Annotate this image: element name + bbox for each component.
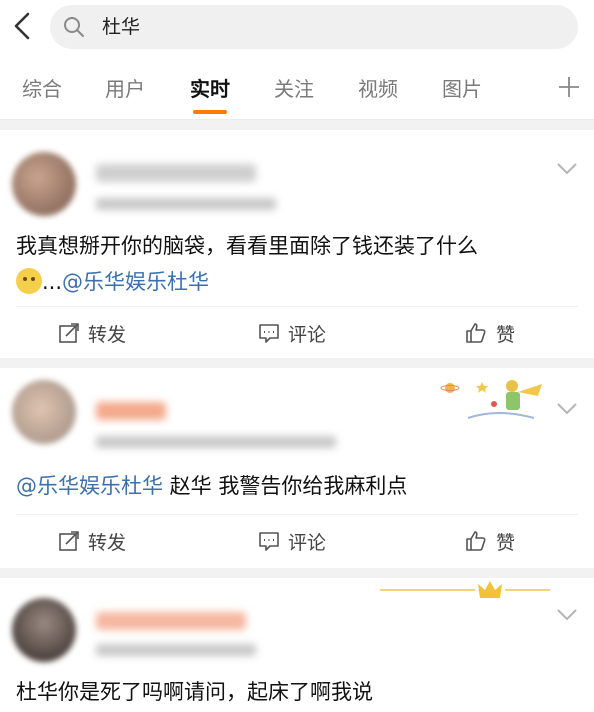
repost-label: 转发 (88, 531, 127, 554)
like-label: 赞 (496, 531, 516, 554)
search-header: 杜华 (0, 0, 594, 58)
like-button[interactable]: 赞 (464, 319, 515, 347)
mention-link[interactable]: @乐华娱乐杜华 (16, 474, 163, 498)
chevron-down-icon[interactable] (556, 608, 578, 622)
tab-realtime[interactable]: 实时 (190, 76, 230, 102)
search-bar[interactable]: 杜华 (50, 5, 578, 49)
post-text: 杜华你是死了吗啊请问，起床了啊我说 (16, 680, 373, 704)
repost-icon (59, 323, 79, 343)
avatar[interactable] (12, 380, 76, 444)
post-card: 我真想掰开你的脑袋，看看里面除了钱还装了什么 ...@乐华娱乐杜华 转发 评论 赞 (0, 130, 594, 358)
tab-videos[interactable]: 视频 (358, 76, 398, 102)
comment-icon (259, 532, 279, 551)
search-query[interactable]: 杜华 (102, 15, 140, 39)
repost-button[interactable]: 转发 (58, 527, 126, 555)
divider (16, 306, 578, 307)
comment-icon (259, 324, 279, 343)
post-card: 杜华你是死了吗啊请问，起床了啊我说 (0, 578, 594, 712)
like-label: 赞 (496, 323, 516, 346)
back-arrow-icon[interactable] (6, 9, 40, 43)
post-text: 我真想掰开你的脑袋，看看里面除了钱还装了什么 ...@乐华娱乐杜华 (16, 234, 478, 294)
username[interactable] (96, 402, 166, 420)
little-prince-decoration-icon (440, 380, 542, 419)
mention-link[interactable]: @乐华娱乐杜华 (62, 270, 209, 294)
comment-button[interactable]: 评论 (258, 527, 326, 555)
username[interactable] (96, 612, 246, 630)
comment-label: 评论 (288, 531, 327, 554)
thumbs-up-icon (466, 531, 486, 551)
like-button[interactable]: 赞 (464, 527, 515, 555)
search-icon (64, 17, 84, 37)
avatar[interactable] (12, 598, 76, 662)
tab-users[interactable]: 用户 (105, 76, 145, 102)
chevron-down-icon[interactable] (556, 402, 578, 416)
result-tabs: 综合 用户 实时 关注 视频 图片 (0, 58, 594, 120)
thumbs-up-icon (466, 323, 486, 343)
username[interactable] (96, 164, 256, 182)
comment-button[interactable]: 评论 (258, 319, 326, 347)
post-text: @乐华娱乐杜华 赵华 我警告你给我麻利点 (16, 474, 408, 498)
post-meta (96, 198, 276, 210)
plus-icon[interactable] (556, 74, 582, 100)
post-meta (96, 436, 336, 448)
tab-comprehensive[interactable]: 综合 (22, 76, 62, 102)
repost-label: 转发 (88, 323, 127, 346)
comment-label: 评论 (288, 323, 327, 346)
divider (16, 514, 578, 515)
chevron-down-icon[interactable] (556, 162, 578, 176)
thinking-emoji-icon (16, 268, 42, 294)
post-meta (96, 644, 256, 656)
crown-decoration-icon (380, 581, 550, 598)
repost-button[interactable]: 转发 (58, 319, 126, 347)
tab-following[interactable]: 关注 (274, 76, 314, 102)
repost-icon (59, 531, 79, 551)
active-tab-indicator (193, 110, 227, 114)
avatar[interactable] (12, 152, 76, 216)
post-card: @乐华娱乐杜华 赵华 我警告你给我麻利点 转发 评论 赞 (0, 368, 594, 568)
tab-images[interactable]: 图片 (442, 76, 482, 102)
